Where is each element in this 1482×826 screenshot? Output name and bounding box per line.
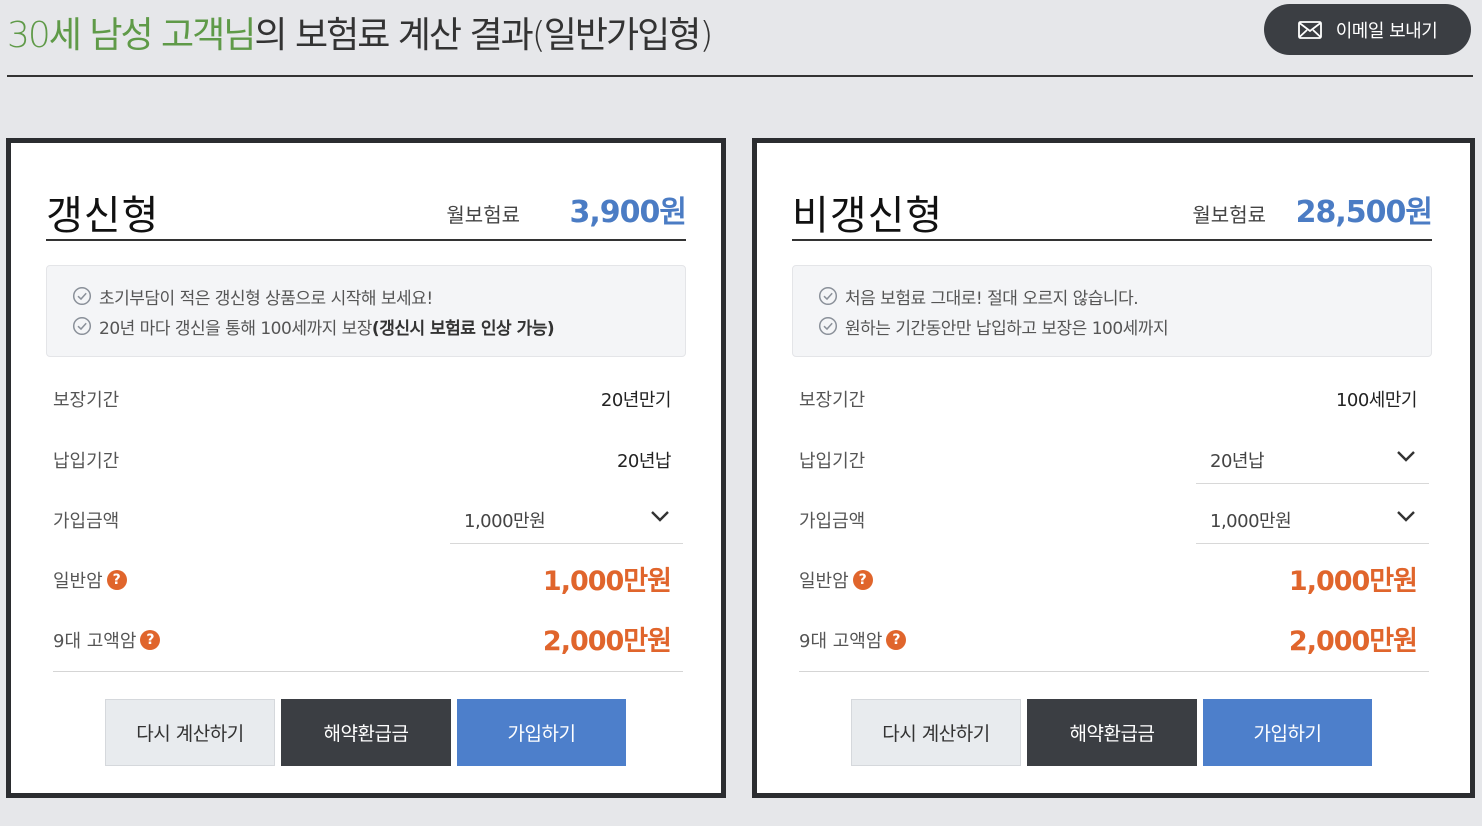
general-cancer-label: 일반암 [799,571,849,592]
monthly-premium-label: 월보험료 [1192,203,1266,227]
question-circle-icon[interactable]: ? [106,570,127,590]
info-line: 처음 보험료 그대로! 절대 오르지 않습니다. [818,281,1431,311]
info-text-main: 20년 마다 갱신을 통해 100세까지 보장 [99,318,372,339]
info-line: 20년 마다 갱신을 통해 100세까지 보장(갱신시 보험료 인상 가능) [72,311,685,341]
major-cancer-value: 2,000만원 [542,626,672,657]
monthly-premium-value: 28,500원 [1295,195,1433,230]
info-line: 초기부담이 적은 갱신형 상품으로 시작해 보세요! [72,281,685,311]
page-title-rest: 의 보험료 계산 결과(일반가입형) [254,15,713,56]
payment-period-label: 납입기간 [799,451,866,472]
plan-header: 갱신형 월보험료 3,900원 [46,183,687,241]
surrender-refund-button[interactable]: 해약환급금 [1027,699,1197,766]
amount-select[interactable]: 1,000만원 [450,492,683,544]
payment-period-select[interactable]: 20년납 [1196,432,1429,484]
coverage-period-row: 보장기간 20년만기 [53,378,683,418]
payment-period-label: 납입기간 [53,451,120,472]
major-cancer-row: 9대 고액암 ? 2,000만원 [799,619,1429,659]
coverage-period-row: 보장기간 100세만기 [799,378,1429,418]
monthly-premium-value: 3,900원 [569,195,687,230]
question-circle-icon[interactable]: ? [886,630,907,650]
check-circle-icon [72,286,92,306]
amount-label: 가입금액 [53,511,120,532]
info-line: 원하는 기간동안만 납입하고 보장은 100세까지 [818,311,1431,341]
header-divider [7,75,1473,77]
payment-period-select-value: 20년납 [1210,451,1265,472]
plan-title: 갱신형 [46,193,160,239]
major-cancer-label-wrap: 9대 고액암 ? [53,627,161,653]
recalculate-button[interactable]: 다시 계산하기 [105,699,275,766]
check-circle-icon [818,286,838,306]
chevron-down-icon [1397,511,1415,522]
page-title: 30세 남성 고객님의 보험료 계산 결과(일반가입형) [7,6,713,58]
general-cancer-value: 1,000만원 [542,566,672,597]
general-cancer-label-wrap: 일반암 ? [53,567,127,593]
amount-select-value: 1,000만원 [464,511,546,532]
plan-info-box: 초기부담이 적은 갱신형 상품으로 시작해 보세요! 20년 마다 갱신을 통해… [46,265,686,357]
major-cancer-label: 9대 고액암 [799,631,883,652]
general-cancer-row: 일반암 ? 1,000만원 [799,559,1429,599]
coverage-period-value: 20년만기 [600,390,672,411]
major-cancer-label: 9대 고액암 [53,631,137,652]
major-cancer-row: 9대 고액암 ? 2,000만원 [53,619,683,659]
join-button[interactable]: 가입하기 [1203,699,1372,766]
surrender-refund-button[interactable]: 해약환급금 [281,699,451,766]
amount-select[interactable]: 1,000만원 [1196,492,1429,544]
major-cancer-label-wrap: 9대 고액암 ? [799,627,907,653]
general-cancer-row: 일반암 ? 1,000만원 [53,559,683,599]
recalculate-button[interactable]: 다시 계산하기 [851,699,1021,766]
amount-label: 가입금액 [799,511,866,532]
plan-card-non-renewable: 비갱신형 월보험료 28,500원 처음 보험료 그대로! 절대 오르지 않습니… [752,138,1475,798]
rows-divider [53,671,683,672]
payment-period-row: 납입기간 20년납 [53,439,683,479]
plan-header: 비갱신형 월보험료 28,500원 [792,183,1433,241]
amount-row: 가입금액 1,000만원 [53,499,683,544]
general-cancer-label: 일반암 [53,571,103,592]
question-circle-icon[interactable]: ? [852,570,873,590]
info-text: 초기부담이 적은 갱신형 상품으로 시작해 보세요! [99,288,433,309]
page-title-highlight: 30세 남성 고객님 [7,15,256,56]
plan-title: 비갱신형 [792,193,944,239]
check-circle-icon [72,316,92,336]
email-send-button[interactable]: 이메일 보내기 [1264,4,1471,55]
check-circle-icon [818,316,838,336]
general-cancer-value: 1,000만원 [1288,566,1418,597]
coverage-period-label: 보장기간 [53,390,120,411]
email-send-label: 이메일 보내기 [1335,20,1438,42]
payment-period-row: 납입기간 20년납 [799,439,1429,484]
general-cancer-label-wrap: 일반암 ? [799,567,873,593]
envelope-icon [1297,20,1322,39]
plan-info-box: 처음 보험료 그대로! 절대 오르지 않습니다. 원하는 기간동안만 납입하고 … [792,265,1432,357]
amount-select-value: 1,000만원 [1210,511,1292,532]
info-text-bold: (갱신시 보험료 인상 가능) [371,318,555,339]
coverage-period-label: 보장기간 [799,390,866,411]
info-text: 원하는 기간동안만 납입하고 보장은 100세까지 [845,318,1169,339]
page: 30세 남성 고객님의 보험료 계산 결과(일반가입형) 이메일 보내기 갱신형… [0,0,1482,826]
payment-period-value: 20년납 [616,451,672,472]
amount-row: 가입금액 1,000만원 [799,499,1429,544]
major-cancer-value: 2,000만원 [1288,626,1418,657]
chevron-down-icon [651,511,669,522]
coverage-period-value: 100세만기 [1335,390,1418,411]
info-text: 20년 마다 갱신을 통해 100세까지 보장(갱신시 보험료 인상 가능) [99,314,555,339]
monthly-premium-label: 월보험료 [446,203,520,227]
plan-card-renewable: 갱신형 월보험료 3,900원 초기부담이 적은 갱신형 상품으로 시작해 보세… [6,138,726,798]
chevron-down-icon [1397,451,1415,462]
info-text: 처음 보험료 그대로! 절대 오르지 않습니다. [845,288,1139,309]
rows-divider [799,671,1429,672]
question-circle-icon[interactable]: ? [140,630,161,650]
join-button[interactable]: 가입하기 [457,699,626,766]
